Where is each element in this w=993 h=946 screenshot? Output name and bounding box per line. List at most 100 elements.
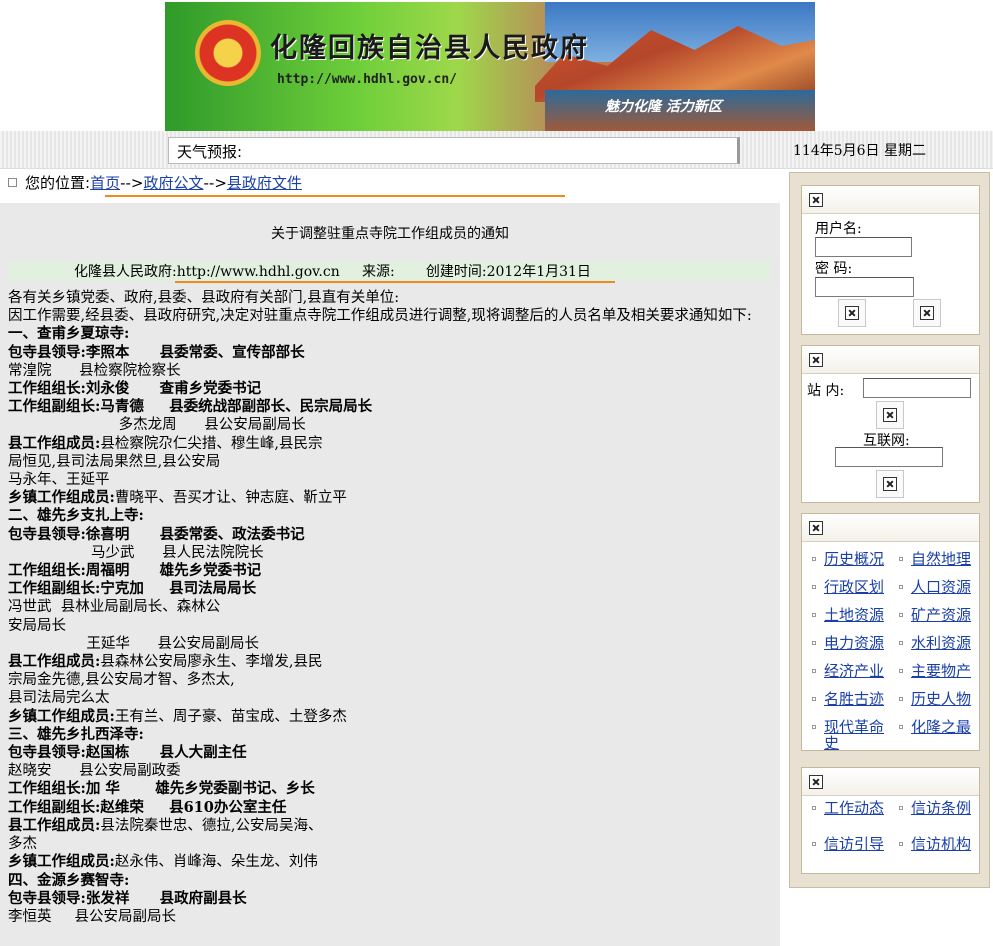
password-input[interactable] — [815, 277, 914, 297]
right-sidebar: 用户名: 密 码: 站 内: 互联网: 历史概况 自然地理行政区划 人口资源土地资源… — [789, 172, 990, 888]
county-info-link[interactable]: 名胜古迹 — [824, 691, 890, 707]
article-line: 常湟院 县检察院检察长 — [8, 362, 181, 379]
search-panel: 站 内: 互联网: — [801, 345, 980, 503]
article-panel: 关于调整驻重点寺院工作组成员的通知 化隆县人民政府:http://www.hdh… — [0, 203, 780, 946]
article-line: 多杰龙周 县公安局副局长 — [8, 417, 306, 434]
county-info-link[interactable]: 土地资源 — [824, 607, 890, 623]
county-info-link[interactable]: 化隆之最 — [911, 719, 977, 735]
link-bullet-icon — [899, 669, 903, 673]
site-search-label: 站 内: — [807, 383, 845, 399]
site-search-input[interactable] — [863, 378, 971, 398]
register-button[interactable] — [913, 299, 941, 327]
article-title: 关于调整驻重点寺院工作组成员的通知 — [271, 226, 509, 242]
article-line: 四、金源乡赛智寺: — [8, 871, 130, 889]
article-line: 一、查甫乡夏琼寺: — [8, 325, 130, 343]
login-panel: 用户名: 密 码: — [801, 185, 980, 335]
county-info-link[interactable]: 历史人物 — [911, 691, 977, 707]
county-info-link[interactable]: 经济产业 — [824, 663, 890, 679]
broken-image-icon — [883, 477, 897, 491]
county-info-link[interactable]: 现代革命史 — [824, 719, 890, 751]
county-info-link[interactable]: 行政区划 — [824, 579, 890, 595]
current-date: 114年5月6日 星期二 — [793, 143, 926, 159]
article-line: 工作组副组长:赵维荣 县610办公室主任 — [8, 798, 287, 816]
article-line: 三、雄先乡扎西泽寺: — [8, 725, 144, 743]
county-info-header — [802, 514, 979, 542]
link-bullet-icon — [812, 842, 816, 846]
link-bullet-icon — [812, 806, 816, 810]
link-bullet-icon — [812, 641, 816, 645]
breadcrumb-underline — [105, 195, 565, 197]
username-input[interactable] — [815, 237, 912, 257]
breadcrumb-documents-link[interactable]: 政府公文 — [143, 174, 203, 192]
weather-label: 天气预报: — [177, 143, 243, 161]
article-line: 工作组组长:加 华 雄先乡党委副书记、乡长 — [8, 780, 315, 798]
article-line: 县司法局完么太 — [8, 690, 110, 707]
article-body: 各有关乡镇党委、政府,县委、县政府有关部门,县直有关单位: 因工作需要,经县委、县… — [8, 289, 773, 926]
breadcrumb-county-files-link[interactable]: 县政府文件 — [227, 174, 302, 192]
login-button[interactable] — [838, 299, 866, 327]
link-bullet-icon — [899, 842, 903, 846]
national-emblem-icon — [195, 20, 261, 86]
site-title: 化隆回族自治县人民政府 — [270, 33, 589, 64]
article-line: 多杰 — [8, 836, 37, 853]
breadcrumb: 您的位置:首页-->政府公文-->县政府文件 — [8, 172, 302, 194]
site-banner: 化隆回族自治县人民政府 http://www.hdhl.gov.cn/ 魅力化隆… — [165, 2, 815, 131]
petition-panel-header — [802, 768, 979, 796]
meta-publisher: 化隆县人民政府: — [74, 264, 177, 280]
broken-image-icon — [809, 353, 823, 367]
article-line: 乡镇工作组成员:赵永伟、肖峰海、朵生龙、刘伟 — [8, 853, 318, 871]
broken-image-icon — [845, 306, 859, 320]
username-label: 用户名: — [815, 221, 862, 237]
petition-link[interactable]: 工作动态 — [824, 800, 890, 816]
petition-link[interactable]: 信访机构 — [911, 836, 977, 852]
county-info-link[interactable]: 水利资源 — [911, 635, 977, 651]
broken-image-icon — [809, 521, 823, 535]
link-bullet-icon — [812, 613, 816, 617]
article-line: 包寺县领导:赵国栋 县人大副主任 — [8, 744, 247, 762]
login-panel-header — [802, 186, 979, 214]
site-url: http://www.hdhl.gov.cn/ — [277, 72, 458, 87]
link-bullet-icon — [899, 641, 903, 645]
link-bullet-icon — [812, 557, 816, 561]
breadcrumb-home-link[interactable]: 首页 — [90, 174, 120, 192]
petition-link[interactable]: 信访引导 — [824, 836, 890, 852]
article-line: 工作组组长:刘永俊 查甫乡党委书记 — [8, 380, 262, 398]
web-search-input[interactable] — [835, 447, 943, 467]
link-bullet-icon — [812, 585, 816, 589]
county-info-link[interactable]: 人口资源 — [911, 579, 977, 595]
link-bullet-icon — [812, 697, 816, 701]
article-line: 县工作组成员:县森林公安局廖永生、李增发,县民 — [8, 653, 323, 671]
article-line: 二、雄先乡支扎上寺: — [8, 507, 144, 525]
article-line: 赵晓安 县公安局副政委 — [8, 763, 181, 780]
article-line: 包寺县领导:李照本 县委常委、宣传部部长 — [8, 343, 305, 361]
county-info-link[interactable]: 主要物产 — [911, 663, 977, 679]
link-bullet-icon — [899, 725, 903, 729]
link-bullet-icon — [812, 669, 816, 673]
site-slogan: 魅力化隆 活力新区 — [605, 99, 722, 115]
web-search-button[interactable] — [876, 470, 904, 498]
article-line: 乡镇工作组成员:王有兰、周子豪、苗宝成、土登多杰 — [8, 707, 347, 725]
article-line: 冯世武 县林业局副局长、森林公 — [8, 599, 221, 616]
county-info-link[interactable]: 自然地理 — [911, 551, 977, 567]
article-line: 马少武 县人民法院院长 — [8, 544, 264, 561]
link-bullet-icon — [899, 806, 903, 810]
article-line: 工作组副组长:马青德 县委统战部副部长、民宗局局长 — [8, 398, 373, 416]
article-line: 县工作组成员:县检察院尕仁尖措、穆生峰,县民宗 — [8, 434, 323, 452]
breadcrumb-separator: --> — [203, 174, 227, 192]
link-bullet-icon — [899, 557, 903, 561]
site-search-button[interactable] — [876, 401, 904, 429]
link-bullet-icon — [899, 697, 903, 701]
petition-link[interactable]: 信访条例 — [911, 800, 977, 816]
county-info-link[interactable]: 矿产资源 — [911, 607, 977, 623]
article-line: 王延华 县公安局副局长 — [8, 635, 260, 652]
county-info-link[interactable]: 电力资源 — [824, 635, 890, 651]
article-line: 县工作组成员:县法院秦世忠、德拉,公安局吴海、 — [8, 816, 323, 834]
county-info-link[interactable]: 历史概况 — [824, 551, 890, 567]
article-line: 工作组组长:周福明 雄先乡党委书记 — [8, 562, 262, 580]
square-bullet-icon — [8, 178, 17, 187]
article-line: 安局局长 — [8, 617, 66, 634]
meta-underline — [175, 281, 615, 283]
meta-url: http://www.hdhl.gov.cn — [176, 264, 340, 280]
broken-image-icon — [883, 408, 897, 422]
link-bullet-icon — [899, 585, 903, 589]
